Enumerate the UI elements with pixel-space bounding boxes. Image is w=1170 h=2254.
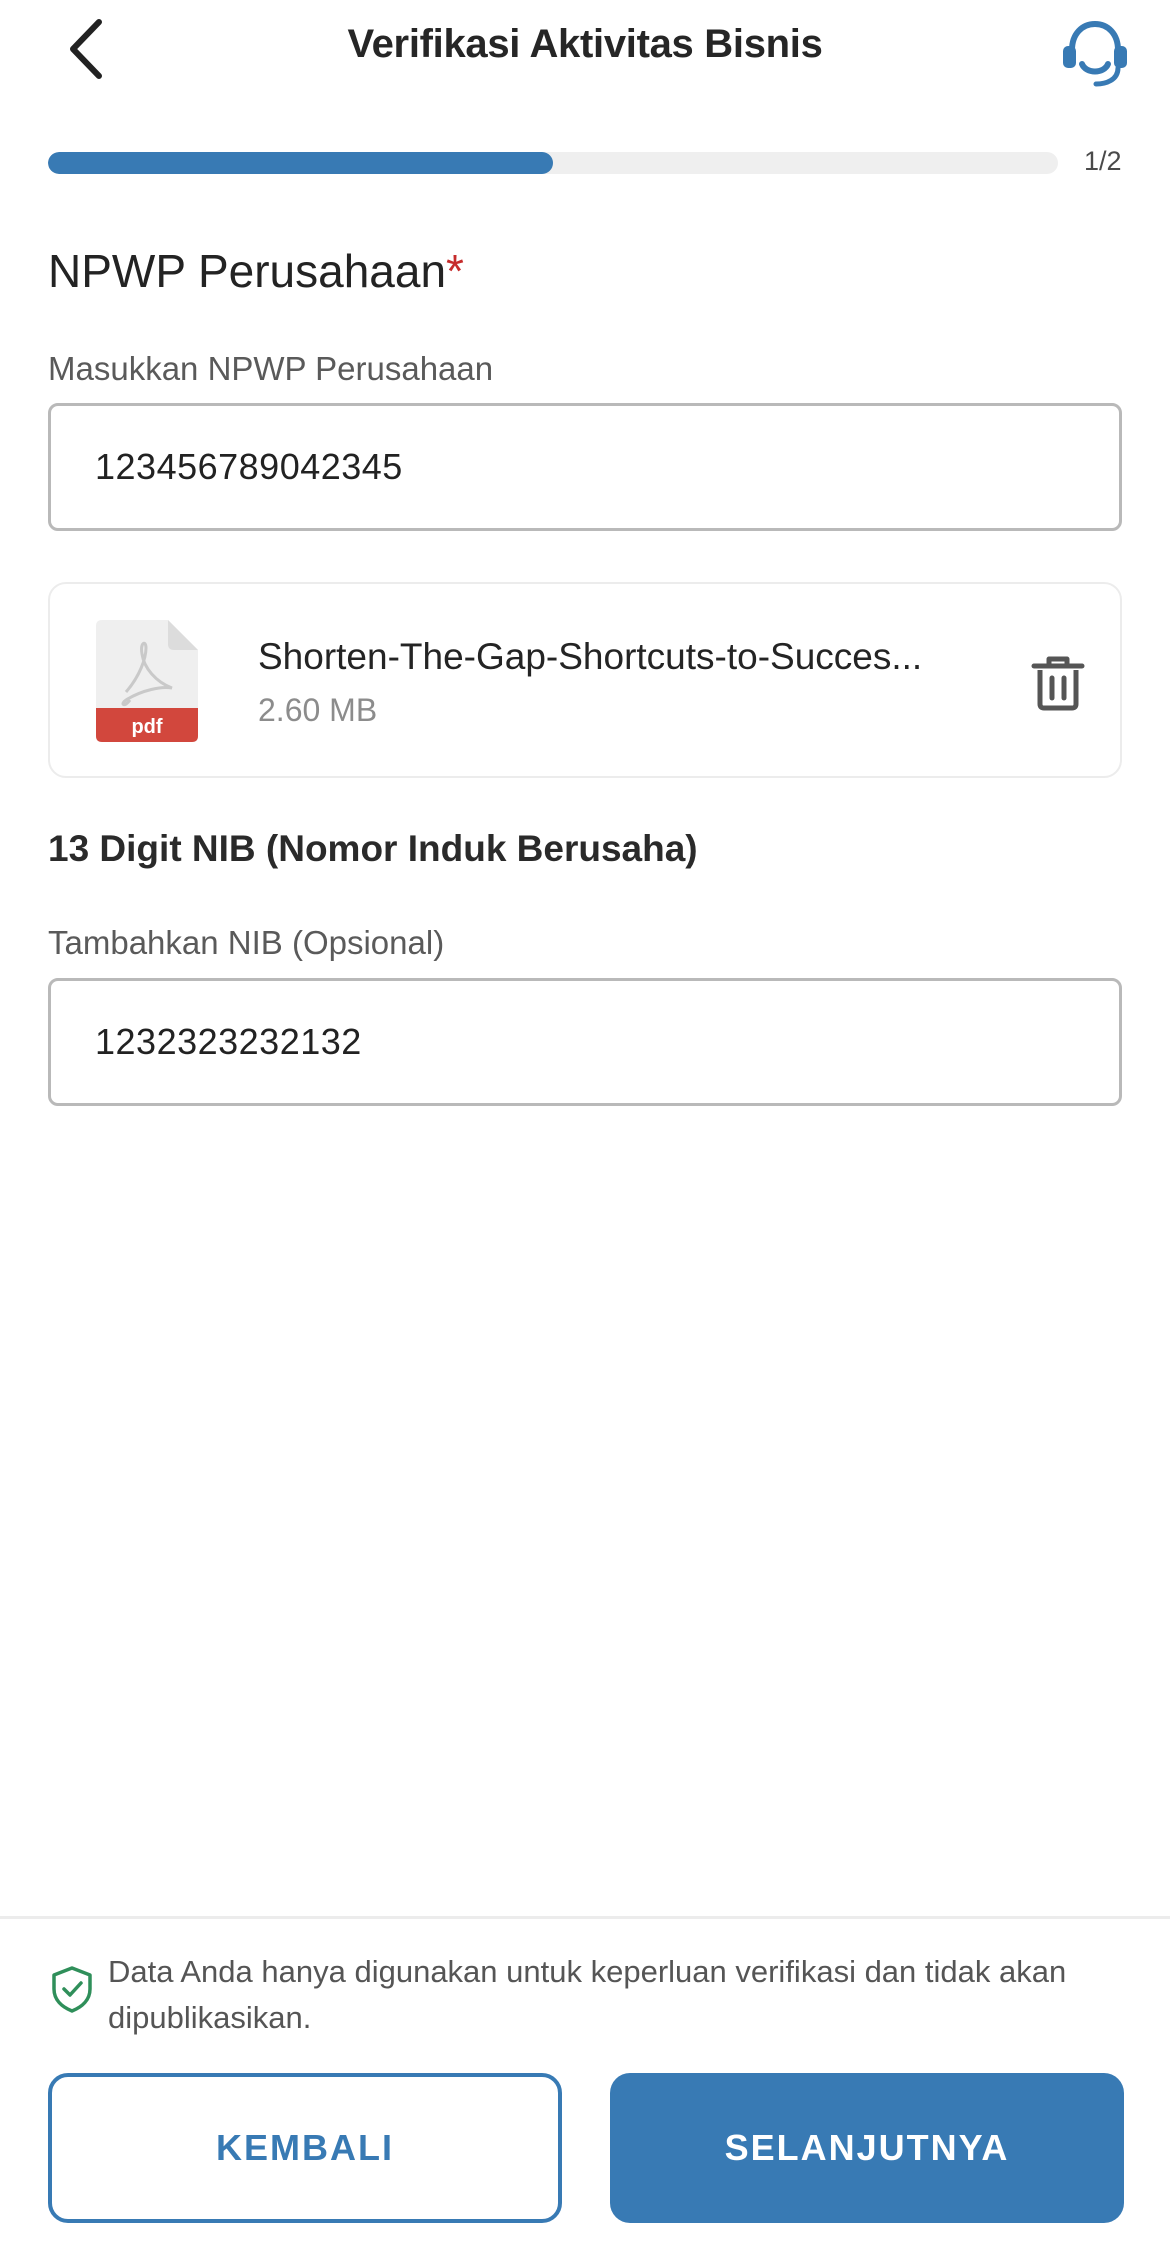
kembali-button[interactable]: KEMBALI: [48, 2073, 562, 2223]
required-mark: *: [446, 245, 464, 297]
delete-file-button[interactable]: [1030, 654, 1086, 712]
npwp-input-box[interactable]: [48, 403, 1122, 531]
npwp-section-title: NPWP Perusahaan*: [48, 244, 464, 298]
pdf-file-icon: pdf: [96, 620, 198, 742]
uploaded-file-card: pdf Shorten-The-Gap-Shortcuts-to-Succes.…: [48, 582, 1122, 778]
progress-bar-fill: [48, 152, 553, 174]
trash-icon: [1031, 656, 1085, 711]
progress-bar: [48, 152, 1058, 174]
file-name: Shorten-The-Gap-Shortcuts-to-Succes...: [258, 636, 923, 677]
npwp-input[interactable]: [95, 446, 1119, 488]
bottom-action-area: Data Anda hanya digunakan untuk keperlua…: [0, 1916, 1170, 2254]
headset-icon: [1063, 20, 1127, 87]
file-size: 2.60 MB: [258, 692, 378, 728]
nib-field-label: Tambahkan NIB (Opsional): [48, 924, 445, 961]
nib-section-title: 13 Digit NIB (Nomor Induk Berusaha): [48, 828, 698, 869]
shield-check-icon: [52, 1966, 92, 2013]
pdf-type-label: pdf: [131, 716, 162, 738]
app-header: Verifikasi Aktivitas Bisnis: [0, 0, 1170, 120]
npwp-title-text: NPWP Perusahaan: [48, 245, 447, 297]
nib-input-box[interactable]: [48, 978, 1122, 1106]
nib-input[interactable]: [95, 1021, 1119, 1063]
npwp-field-label: Masukkan NPWP Perusahaan: [48, 350, 494, 387]
selanjutnya-button[interactable]: SELANJUTNYA: [610, 2073, 1124, 2223]
page-title: Verifikasi Aktivitas Bisnis: [347, 22, 823, 66]
support-button[interactable]: [1058, 14, 1132, 88]
privacy-note: Data Anda hanya digunakan untuk keperlua…: [108, 1954, 1067, 2035]
progress-step-label: 1/2: [1084, 146, 1122, 176]
